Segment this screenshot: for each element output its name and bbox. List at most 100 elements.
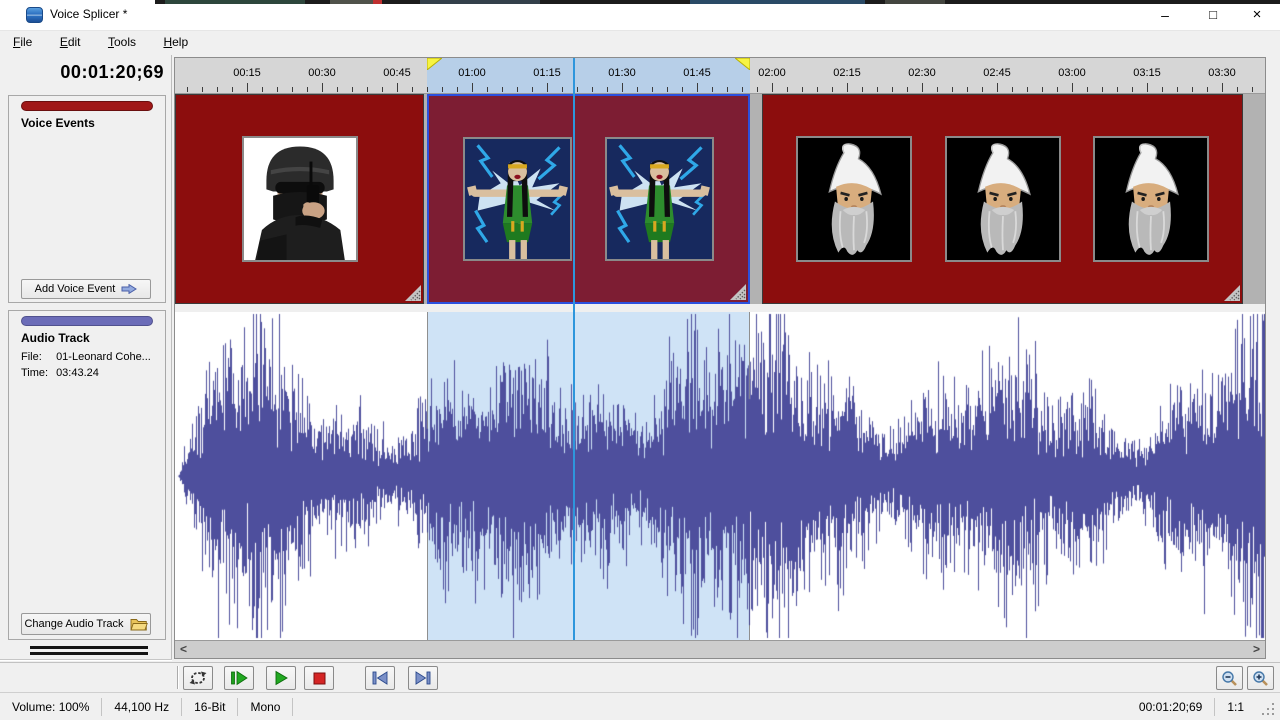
ruler-tick (1147, 83, 1148, 92)
ruler-tick (247, 83, 248, 92)
horizontal-scrollbar[interactable]: < > (175, 640, 1265, 658)
ruler-label: 00:15 (233, 67, 261, 79)
status-bit-depth: 16-Bit (182, 698, 238, 716)
voice-event-clip-soldier[interactable] (175, 94, 424, 304)
ruler-tick (622, 83, 623, 92)
ruler-tick (547, 83, 548, 92)
ruler-tick (1252, 87, 1253, 92)
ruler-tick (742, 87, 743, 92)
background-window-sliver (155, 0, 1280, 4)
ruler-tick (952, 87, 953, 92)
stop-button[interactable] (304, 666, 334, 690)
window-resize-grip-icon[interactable] (1262, 703, 1276, 717)
menu-edit[interactable]: Edit (50, 31, 91, 53)
ruler-tick (382, 87, 383, 92)
ruler-tick (262, 87, 263, 92)
voice-event-clip-sorceress[interactable] (427, 94, 750, 304)
ruler-tick (727, 87, 728, 92)
skip-to-end-button[interactable] (408, 666, 438, 690)
ruler-tick (592, 87, 593, 92)
status-bar: Volume: 100% 44,100 Hz 16-Bit Mono 00:01… (0, 692, 1280, 720)
playhead-cursor[interactable] (573, 58, 575, 640)
ruler-label: 02:15 (833, 67, 861, 79)
voice-events-panel: Voice Events Add Voice Event (8, 95, 166, 303)
minimize-button[interactable]: – (1142, 0, 1188, 30)
ruler-tick (712, 87, 713, 92)
change-audio-track-button[interactable]: Change Audio Track (21, 613, 151, 635)
clip-resize-grip-icon[interactable] (1224, 285, 1240, 301)
status-volume: Volume: 100% (0, 698, 102, 716)
menu-tools[interactable]: Tools (98, 31, 146, 53)
status-channels: Mono (238, 698, 293, 716)
time-ruler[interactable]: 00:1500:3000:4501:0001:1501:3001:4502:00… (175, 58, 1265, 94)
loop-button[interactable] (183, 666, 213, 690)
old-wizard-image (945, 136, 1061, 262)
menu-bar: File Edit Tools Help (0, 30, 1280, 55)
old-wizard-image (796, 136, 912, 262)
ruler-tick (1042, 87, 1043, 92)
ruler-tick (187, 87, 188, 92)
waveform-view[interactable] (175, 312, 1265, 640)
ruler-tick (757, 87, 758, 92)
ruler-tick (202, 87, 203, 92)
open-folder-icon (130, 617, 148, 631)
zoom-in-button[interactable] (1247, 666, 1274, 690)
voice-events-color-bar (21, 101, 153, 111)
ruler-tick (637, 87, 638, 92)
ruler-tick (532, 87, 533, 92)
ruler-tick (292, 87, 293, 92)
selection-start-marker[interactable] (427, 58, 442, 70)
ruler-tick (652, 87, 653, 92)
audio-file-row: File: 01-Leonard Cohe... (21, 351, 151, 363)
zoom-out-button[interactable] (1216, 666, 1243, 690)
ruler-tick (502, 87, 503, 92)
status-sample-rate: 44,100 Hz (102, 698, 182, 716)
clip-resize-grip-icon[interactable] (730, 284, 746, 300)
soldier-with-radio-image (242, 136, 358, 262)
menu-file[interactable]: File (3, 31, 42, 53)
skip-to-start-icon (371, 670, 389, 686)
add-voice-event-button[interactable]: Add Voice Event (21, 279, 151, 299)
play-button[interactable] (266, 666, 296, 690)
time-label: Time: (21, 367, 53, 379)
lightning-sorceress-image (605, 137, 714, 261)
ruler-tick (802, 87, 803, 92)
divider (0, 659, 172, 661)
ruler-tick (217, 87, 218, 92)
voice-event-clip-wizard[interactable] (762, 94, 1243, 304)
ruler-tick (1072, 83, 1073, 92)
separator-bar (30, 652, 148, 655)
ruler-tick (427, 87, 428, 92)
ruler-tick (1102, 87, 1103, 92)
menu-help[interactable]: Help (153, 31, 198, 53)
ruler-tick (682, 87, 683, 92)
ruler-tick (1207, 87, 1208, 92)
ruler-tick (412, 87, 413, 92)
current-time-display: 00:01:20;69 (0, 62, 164, 83)
skip-to-start-button[interactable] (365, 666, 395, 690)
close-button[interactable]: × (1234, 0, 1280, 30)
selection-end-marker[interactable] (735, 58, 750, 70)
ruler-tick (877, 87, 878, 92)
ruler-label: 01:30 (608, 67, 636, 79)
stop-icon (313, 672, 326, 685)
ruler-label: 00:45 (383, 67, 411, 79)
ruler-tick (697, 83, 698, 92)
voice-events-title: Voice Events (21, 116, 95, 130)
scroll-left-button[interactable]: < (175, 641, 192, 658)
clip-resize-grip-icon[interactable] (405, 285, 421, 301)
file-label: File: (21, 351, 53, 363)
separator-bar (30, 646, 148, 649)
play-all-button[interactable] (224, 666, 254, 690)
scroll-right-button[interactable]: > (1248, 641, 1265, 658)
lightning-sorceress-image (463, 137, 572, 261)
ruler-label: 01:45 (683, 67, 711, 79)
ruler-label: 02:30 (908, 67, 936, 79)
maximize-button[interactable]: □ (1190, 0, 1236, 30)
play-from-start-icon (230, 670, 248, 686)
audio-waveform[interactable] (175, 312, 1265, 640)
ruler-tick (967, 87, 968, 92)
ruler-tick (1132, 87, 1133, 92)
audio-time-row: Time: 03:43.24 (21, 367, 99, 379)
status-zoom-ratio: 1:1 (1215, 698, 1256, 716)
